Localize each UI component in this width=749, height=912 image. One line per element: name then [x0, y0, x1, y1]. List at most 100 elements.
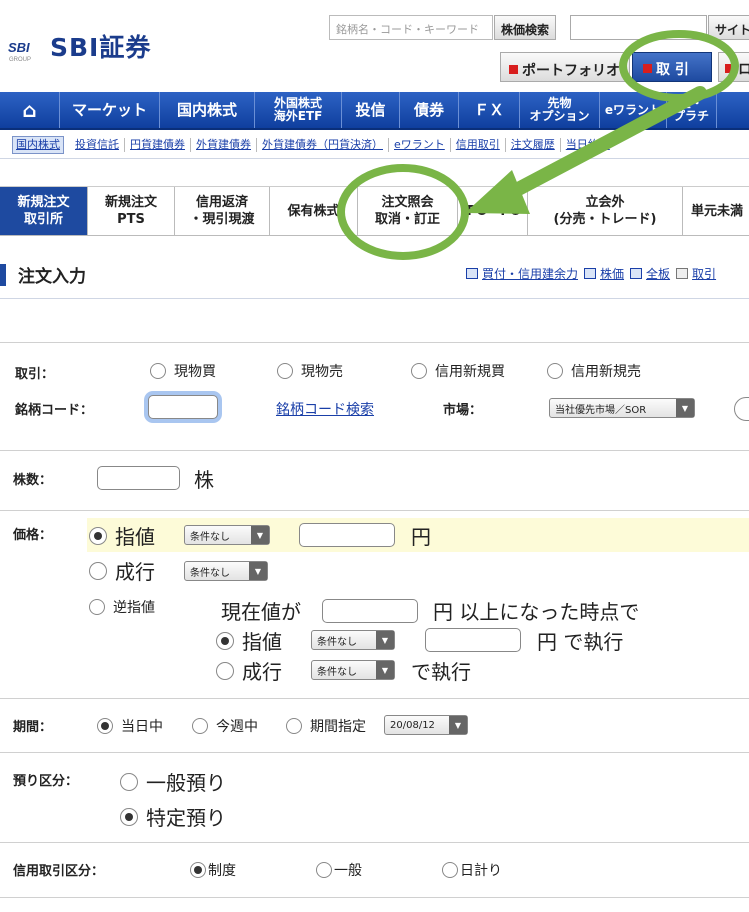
subnav-foreign-bonds[interactable]: 外貨建債券: [191, 138, 257, 152]
stop-market-condition-select[interactable]: 条件なし ▼: [311, 660, 395, 680]
period-date-select[interactable]: 20/08/12 ▼: [384, 715, 468, 735]
radio-general-custody[interactable]: 一般預り: [120, 767, 226, 796]
arrow-bullet-icon: [725, 64, 734, 73]
buying-power-link[interactable]: 買付・信用建余力: [466, 265, 578, 282]
radio-this-week[interactable]: 今週中: [192, 716, 258, 736]
nav-home[interactable]: ⌂: [0, 92, 60, 128]
radio-specific-custody[interactable]: 特定預り: [120, 802, 226, 831]
radio-label: 現物売: [301, 364, 343, 380]
stop-limit-suffix: 円 で執行: [537, 630, 624, 654]
nav-bonds[interactable]: 債券: [400, 92, 459, 128]
divider: [0, 158, 749, 159]
print-icon: [676, 268, 689, 279]
nav-domestic-stocks[interactable]: 国内株式: [160, 92, 255, 128]
logout-button[interactable]: ロ: [718, 52, 749, 82]
window-icon: [584, 268, 597, 279]
radio-general-margin[interactable]: 一般: [316, 860, 362, 880]
stop-prefix: 現在値が: [221, 600, 301, 624]
shares-label: 株数：: [13, 473, 53, 488]
radio-circle: [216, 661, 234, 680]
subnav-foreign-bonds-yen[interactable]: 外貨建債券（円貨決済）: [257, 138, 389, 152]
radio-margin-buy[interactable]: 信用新規買: [411, 361, 505, 381]
stop-limit-price-input[interactable]: [425, 628, 521, 652]
radio-day-trade[interactable]: 日計り: [442, 860, 502, 880]
subnav-yen-bonds[interactable]: 円貨建債券: [125, 138, 191, 152]
tab-new-order-pts[interactable]: 新規注文 PTS: [88, 187, 175, 235]
partial-button[interactable]: [734, 397, 749, 421]
radio-circle: [89, 526, 107, 545]
site-search-button[interactable]: サイト: [708, 15, 749, 40]
price-label: 価格：: [13, 528, 53, 543]
nav-gold-platinum[interactable]: 金・ プラチ: [667, 92, 717, 128]
stock-price-link[interactable]: 株価: [584, 265, 624, 282]
subnav-investment-trusts[interactable]: 投資信託: [70, 138, 125, 152]
nav-fx[interactable]: ＦＸ: [459, 92, 520, 128]
keyword-search-input[interactable]: 銘柄名・コード・キーワード: [329, 15, 493, 40]
sbi-logo-mark: SBI GROUP: [6, 36, 40, 64]
sub-nav: 国内株式 投資信託 円貨建債券 外貨建債券 外貨建債券（円貨決済） eワラント …: [12, 136, 615, 154]
trade-button[interactable]: 取 引: [632, 52, 712, 82]
stop-limit-condition-select[interactable]: 条件なし ▼: [311, 630, 395, 650]
radio-circle: [190, 862, 206, 878]
radio-label: 一般預り: [146, 771, 226, 795]
logo-mark-text: SBI: [8, 40, 30, 55]
radio-today[interactable]: 当日中: [97, 716, 163, 736]
nav-ewarrant[interactable]: eワラント: [600, 92, 667, 128]
limit-condition-select[interactable]: 条件なし ▼: [184, 525, 270, 545]
radio-cash-buy[interactable]: 現物買: [150, 361, 216, 381]
stock-search-button[interactable]: 株価検索: [494, 15, 557, 40]
trade-link[interactable]: 取引: [676, 265, 716, 282]
radio-label: 指値: [115, 525, 155, 549]
chevron-down-icon: ▼: [249, 562, 267, 580]
nav-foreign-stocks[interactable]: 外国株式 海外ETF: [255, 92, 342, 128]
radio-specify-period[interactable]: 期間指定: [286, 716, 366, 736]
tab-new-order-exchange[interactable]: 新規注文 取引所: [0, 187, 88, 235]
title-accent-bar: [0, 263, 6, 286]
custody-label: 預り区分：: [13, 774, 79, 789]
tab-order-inquiry[interactable]: 注文照会 取消・訂正: [358, 187, 458, 235]
subnav-domestic-stocks[interactable]: 国内株式: [12, 136, 64, 154]
custody-section: 預り区分： 一般預り 特定預り: [0, 752, 749, 842]
condition-value: 条件なし: [190, 567, 230, 579]
subnav-ewarrant[interactable]: eワラント: [389, 138, 451, 152]
radio-label: 成行: [115, 560, 155, 584]
tab-ipo-po[interactable]: IPO・PO: [458, 187, 528, 235]
market-condition-select[interactable]: 条件なし ▼: [184, 561, 268, 581]
radio-stop-limit[interactable]: 指値: [216, 626, 282, 655]
nav-investment-trusts[interactable]: 投信: [342, 92, 400, 128]
radio-label: 期間指定: [310, 719, 366, 735]
period-label: 期間：: [13, 720, 53, 735]
tab-odd-lot[interactable]: 単元未満: [683, 187, 749, 235]
limit-price-input[interactable]: [299, 523, 395, 547]
stock-code-input[interactable]: [148, 395, 218, 419]
radio-system-margin[interactable]: 制度: [190, 860, 236, 880]
sbi-logo[interactable]: SBI GROUP SBI証券: [6, 32, 151, 64]
radio-limit[interactable]: 指値: [89, 521, 155, 550]
market-select[interactable]: 当社優先市場／SOR ▼: [549, 398, 695, 418]
stop-trigger-input[interactable]: [322, 599, 418, 623]
tab-off-auction[interactable]: 立会外 (分売・トレード): [528, 187, 683, 235]
radio-circle: [286, 718, 302, 734]
nav-futures-options[interactable]: 先物 オプション: [520, 92, 600, 128]
shares-input[interactable]: [97, 466, 180, 490]
subnav-margin[interactable]: 信用取引: [451, 138, 506, 152]
radio-circle: [277, 363, 293, 379]
site-search-input[interactable]: [570, 15, 707, 40]
tab-holdings[interactable]: 保有株式: [270, 187, 358, 235]
radio-margin-sell[interactable]: 信用新規売: [547, 361, 641, 381]
tab-margin-settlement[interactable]: 信用返済 ・現引現渡: [175, 187, 270, 235]
radio-market-order[interactable]: 成行: [89, 556, 155, 585]
full-board-link[interactable]: 全板: [630, 265, 670, 282]
code-label: 銘柄コード：: [15, 403, 94, 418]
subnav-today-executions[interactable]: 当日約定: [561, 138, 615, 152]
full-board-label: 全板: [646, 267, 671, 281]
radio-stop-order[interactable]: 逆指値: [89, 597, 155, 617]
radio-label: 逆指値: [113, 600, 155, 616]
portfolio-button[interactable]: ポートフォリオ: [500, 52, 630, 82]
nav-market[interactable]: マーケット: [60, 92, 160, 128]
subnav-order-history[interactable]: 注文履歴: [506, 138, 561, 152]
radio-cash-sell[interactable]: 現物売: [277, 361, 343, 381]
code-search-link[interactable]: 銘柄コード検索: [276, 399, 374, 419]
radio-label: 成行: [242, 660, 282, 684]
radio-stop-market[interactable]: 成行: [216, 656, 282, 685]
